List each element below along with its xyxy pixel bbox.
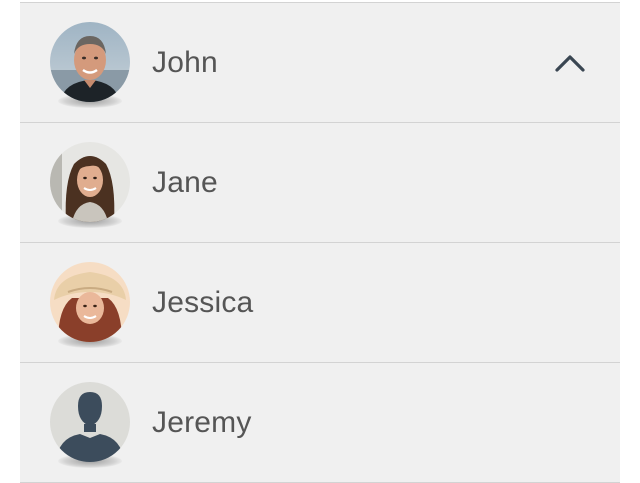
avatar-container	[50, 262, 130, 348]
avatar-john	[50, 22, 130, 102]
avatar-container	[50, 22, 130, 108]
avatar-jessica	[50, 262, 130, 342]
contact-name: Jessica	[152, 285, 254, 319]
contact-name: John	[152, 45, 218, 79]
contact-row-jessica[interactable]: Jessica	[20, 243, 620, 363]
contact-name: Jane	[152, 165, 218, 199]
contact-row-jane[interactable]: Jane	[20, 123, 620, 243]
chevron-up-icon[interactable]	[554, 53, 586, 73]
avatar-container	[50, 382, 130, 468]
contact-list: John Jane Jessica Jeremy	[20, 2, 620, 483]
avatar-jane	[50, 142, 130, 222]
contact-row-john[interactable]: John	[20, 3, 620, 123]
contact-name: Jeremy	[152, 405, 252, 439]
avatar-container	[50, 142, 130, 228]
avatar-placeholder-icon	[50, 382, 130, 462]
contact-row-jeremy[interactable]: Jeremy	[20, 363, 620, 483]
